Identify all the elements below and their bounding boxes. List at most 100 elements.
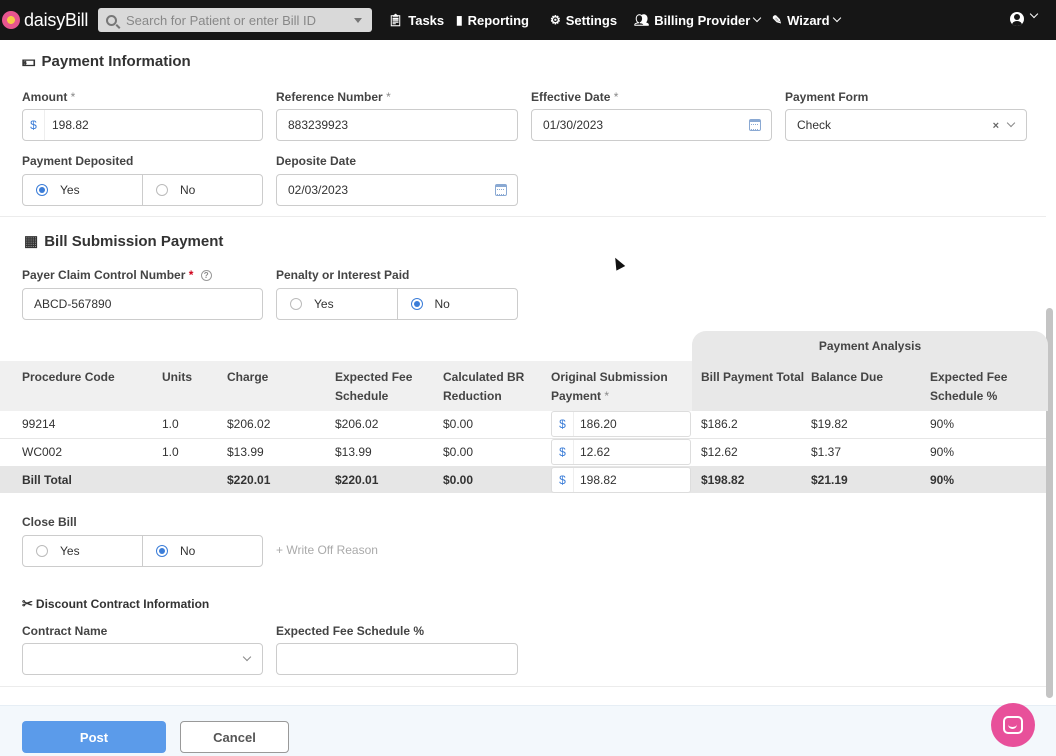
dollar-icon: $ <box>552 468 574 492</box>
money-check-icon: 💵︎ <box>22 53 36 70</box>
penalty-no[interactable]: No <box>396 289 518 319</box>
penalty-or-interest-paid-label: Penalty or Interest Paid <box>276 268 410 282</box>
chevron-down-icon <box>832 13 841 23</box>
top-navbar: daisyBill Search for Patient or enter Bi… <box>0 0 1056 40</box>
total-expected-fee-schedule: $220.01 <box>335 473 379 487</box>
effective-date-field[interactable]: 01/30/2023 <box>531 109 772 141</box>
chevron-down-icon[interactable] <box>1006 118 1016 128</box>
logo-text: daisyBill <box>24 9 89 30</box>
dollar-icon: $ <box>552 440 574 464</box>
total-balance-due: $21.19 <box>811 473 848 487</box>
nav-reporting[interactable]: ▮ Reporting <box>456 0 529 40</box>
nav-tasks-label: Tasks <box>408 12 445 28</box>
row1-original-submission-payment-input[interactable]: $ 186.20 <box>551 411 691 437</box>
row1-charge: $206.02 <box>227 417 271 431</box>
chevron-down-icon[interactable] <box>1029 9 1039 19</box>
penalty-radio-group: Yes No <box>276 288 518 320</box>
bill-total-row <box>0 466 1046 493</box>
payment-deposited-yes[interactable]: Yes <box>23 175 142 205</box>
row2-expected-fee-schedule: $13.99 <box>335 445 372 459</box>
total-bill-payment-total: $198.82 <box>701 473 745 487</box>
users-icon: 👥︎ <box>634 13 650 27</box>
nav-billing-provider[interactable]: 👥︎ Billing Provider <box>634 0 762 40</box>
total-original-submission-payment-input[interactable]: $ 198.82 <box>551 467 691 493</box>
contract-name-label: Contract Name <box>22 624 108 638</box>
amount-field[interactable]: $ 198.82 <box>22 109 263 141</box>
chevron-down-icon[interactable] <box>242 652 252 662</box>
row1-procedure-code: 99214 <box>22 417 56 431</box>
daisybill-logo[interactable]: daisyBill <box>0 0 92 40</box>
magic-wand-icon: ✎ <box>772 13 783 27</box>
total-label: Bill Total <box>22 473 72 487</box>
mouse-cursor-icon <box>610 255 626 271</box>
row-divider <box>0 438 1046 439</box>
th-units: Units <box>162 370 192 384</box>
radio-unselected-icon[interactable] <box>156 184 168 196</box>
table-list-icon: ▦ <box>24 233 39 250</box>
th-procedure-code: Procedure Code <box>22 370 115 384</box>
daisy-flower-icon <box>2 11 20 29</box>
row2-units: 1.0 <box>162 445 179 459</box>
reference-number-field[interactable]: 883239923 <box>276 109 518 141</box>
radio-selected-icon[interactable] <box>36 184 48 196</box>
dollar-icon: $ <box>552 412 574 436</box>
radio-selected-icon[interactable] <box>156 545 168 557</box>
th-expected-fee-schedule-pct: Expected Fee Schedule % <box>930 370 1008 403</box>
radio-unselected-icon[interactable] <box>290 298 302 310</box>
patient-search-input[interactable]: Search for Patient or enter Bill ID <box>98 8 372 32</box>
clear-icon[interactable]: × <box>993 120 999 132</box>
deposite-date-label: Deposite Date <box>276 154 357 168</box>
nav-tasks[interactable]: 📋︎ Tasks <box>388 0 444 40</box>
deposite-date-field[interactable]: 02/03/2023 <box>276 174 518 206</box>
contract-name-select[interactable] <box>22 643 263 675</box>
nav-reporting-label: Reporting <box>467 12 529 28</box>
help-icon[interactable]: ? <box>200 270 212 281</box>
radio-unselected-icon[interactable] <box>36 545 48 557</box>
cancel-button[interactable]: Cancel <box>180 721 289 753</box>
chevron-down-icon[interactable] <box>354 18 362 23</box>
nav-billing-provider-label: Billing Provider <box>654 12 751 28</box>
radio-selected-icon[interactable] <box>410 298 423 310</box>
close-bill-label: Close Bill <box>22 515 77 529</box>
post-button[interactable]: Post <box>22 721 166 753</box>
discount-contract-title: ✂ Discount Contract Information <box>22 596 210 611</box>
gear-icon: ⚙︎ <box>550 13 561 27</box>
close-bill-yes[interactable]: Yes <box>23 536 142 566</box>
row2-calculated-br-reduction: $0.00 <box>443 445 474 459</box>
nav-settings[interactable]: ⚙︎ Settings <box>550 0 617 40</box>
reference-number-label: Reference Number * <box>276 90 391 104</box>
payer-claim-control-number-field[interactable]: ABCD-567890 <box>22 288 263 320</box>
payment-form-select[interactable]: Check × <box>785 109 1027 141</box>
row1-calculated-br-reduction: $0.00 <box>443 417 474 431</box>
close-bill-no[interactable]: No <box>142 536 262 566</box>
calendar-icon[interactable] <box>749 119 761 131</box>
penalty-yes[interactable]: Yes <box>277 289 397 319</box>
user-account-icon[interactable] <box>1010 12 1024 26</box>
row2-procedure-code: WC002 <box>22 445 63 459</box>
nav-wizard[interactable]: ✎ Wizard <box>772 0 841 40</box>
payment-deposited-label: Payment Deposited <box>22 154 134 168</box>
row1-balance-due: $19.82 <box>811 417 848 431</box>
write-off-reason-link[interactable]: + Write Off Reason <box>276 543 378 557</box>
search-placeholder: Search for Patient or enter Bill ID <box>126 12 317 28</box>
bill-submission-payment-title: ▦ Bill Submission Payment <box>24 232 224 251</box>
row2-original-submission-payment-input[interactable]: $ 12.62 <box>551 439 691 465</box>
payment-information-title: 💵︎ Payment Information <box>22 53 191 70</box>
calendar-icon[interactable] <box>495 184 507 196</box>
row2-expected-fee-schedule-pct: 90% <box>930 445 955 459</box>
row2-balance-due: $1.37 <box>811 445 842 459</box>
chat-launcher-button[interactable] <box>991 703 1035 747</box>
expected-fee-schedule-pct-label: Expected Fee Schedule % <box>276 624 425 638</box>
row1-bill-payment-total: $186.2 <box>701 417 738 431</box>
bar-chart-icon: ▮ <box>456 13 463 27</box>
payer-claim-control-number-label: Payer Claim Control Number * ? <box>22 268 212 282</box>
payment-deposited-no[interactable]: No <box>142 175 262 205</box>
total-calculated-br-reduction: $0.00 <box>443 473 474 487</box>
row1-expected-fee-schedule-pct: 90% <box>930 417 955 431</box>
search-icon <box>106 14 117 26</box>
expected-fee-schedule-pct-field[interactable] <box>276 643 518 675</box>
total-expected-fee-schedule-pct: 90% <box>930 473 955 487</box>
total-charge: $220.01 <box>227 473 271 487</box>
th-balance-due: Balance Due <box>811 370 884 384</box>
row1-expected-fee-schedule: $206.02 <box>335 417 379 431</box>
